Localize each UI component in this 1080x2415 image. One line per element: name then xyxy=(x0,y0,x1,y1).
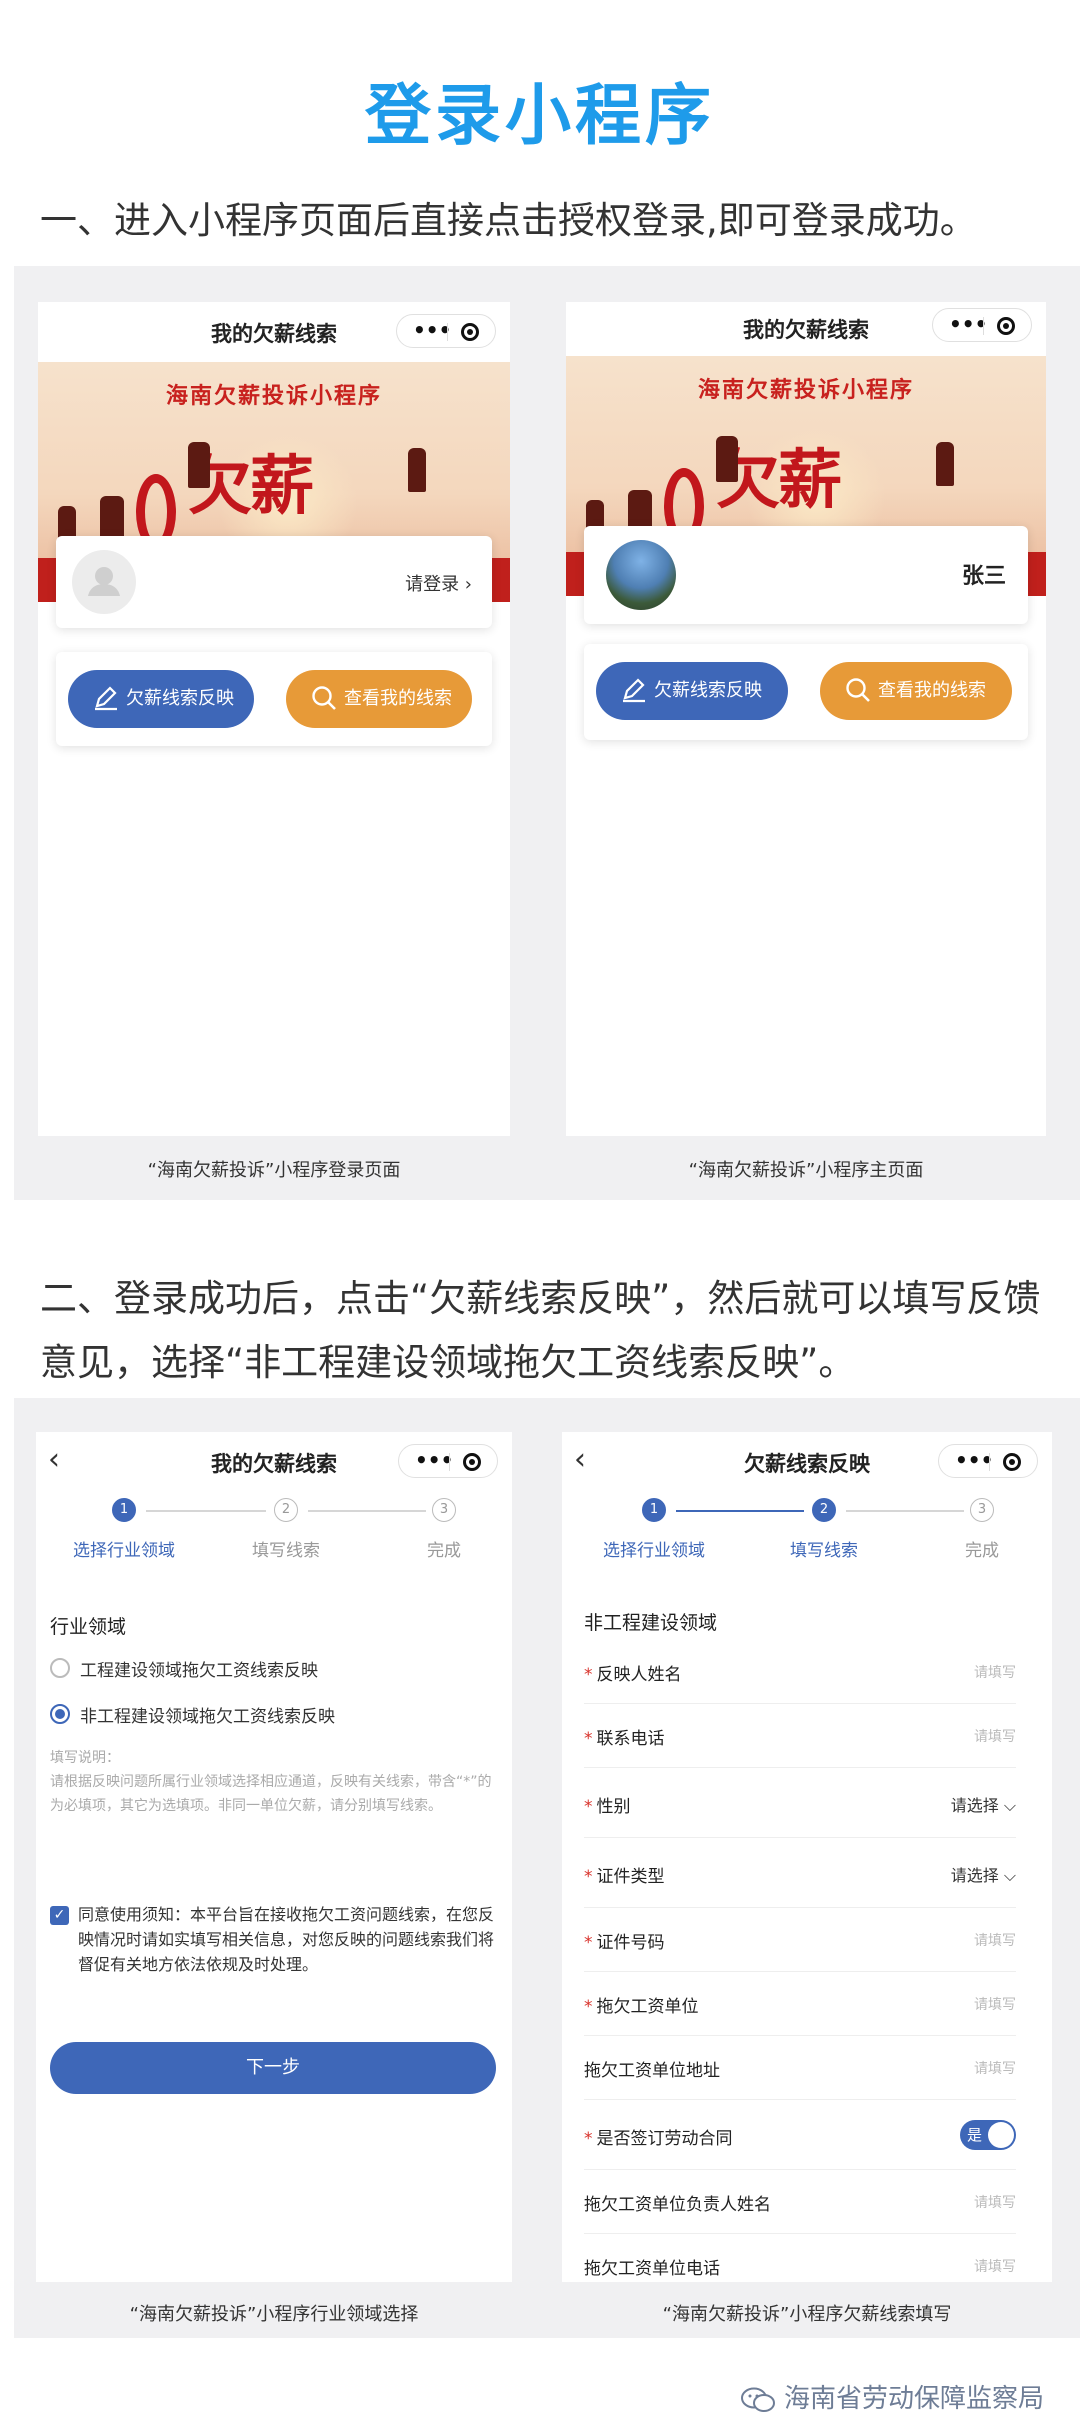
search-icon xyxy=(846,678,870,702)
field-phone[interactable]: * 联系电话 请填写 xyxy=(584,1704,1016,1768)
step-2-label: 填写线索 xyxy=(790,1541,858,1561)
labor-contract-toggle[interactable]: 是 xyxy=(960,2120,1016,2150)
section-title: 行业领域 xyxy=(50,1616,127,1638)
field-employer-phone[interactable]: 拖欠工资单位电话 请填写 xyxy=(584,2234,1016,2282)
capsule-menu[interactable]: ••• xyxy=(932,308,1032,342)
caption-home: “海南欠薪投诉”小程序主页面 xyxy=(688,1160,924,1181)
step-1-label: 选择行业领域 xyxy=(73,1541,175,1561)
option-construction[interactable]: 工程建设领域拖欠工资线索反映 xyxy=(80,1656,318,1681)
edit-icon xyxy=(623,678,645,703)
banner-title: 海南欠薪投诉小程序 xyxy=(165,384,382,409)
field-employer[interactable]: * 拖欠工资单位 请填写 xyxy=(584,1972,1016,2036)
radio-non-construction[interactable] xyxy=(50,1704,70,1724)
field-employer-contact[interactable]: 拖欠工资单位负责人姓名 请填写 xyxy=(584,2170,1016,2234)
edit-icon xyxy=(95,686,117,711)
user-name: 张三 xyxy=(961,564,1006,589)
phone-industry-select: ‹ 我的欠薪线索 ••• 1 2 3 选择行业领域 填写线索 完成 行业领域 工… xyxy=(36,1432,512,2282)
report-clue-button[interactable]: 欠薪线索反映 xyxy=(596,662,788,720)
view-my-clues-button[interactable]: 查看我的线索 xyxy=(286,670,472,728)
user-card: 张三 xyxy=(584,526,1028,624)
field-labor-contract: * 是否签订劳动合同是 xyxy=(584,2100,1016,2170)
capsule-menu[interactable]: ••• xyxy=(396,314,496,348)
login-card[interactable]: 请登录 › xyxy=(56,536,492,628)
field-name[interactable]: * 反映人姓名 请填写 xyxy=(584,1640,1016,1704)
step-1-dot: 1 xyxy=(642,1498,666,1522)
step-2-label: 填写线索 xyxy=(252,1541,320,1561)
field-employer-address[interactable]: 拖欠工资单位地址 请填写 xyxy=(584,2036,1016,2100)
agree-notice: 同意使用须知：本平台旨在接收拖欠工资问题线索，在您反映情况时请如实填写相关信息，… xyxy=(78,1905,495,1974)
close-miniprogram-icon[interactable] xyxy=(997,317,1015,335)
field-id-type[interactable]: * 证件类型 请选择 ⌵ xyxy=(584,1838,1016,1908)
more-icon[interactable]: ••• xyxy=(955,1448,993,1472)
step-3-label: 完成 xyxy=(427,1541,461,1561)
more-icon[interactable]: ••• xyxy=(415,1448,453,1472)
step-2-dot: 2 xyxy=(812,1498,836,1522)
id-type-select[interactable]: 请选择 ⌵ xyxy=(951,1862,1016,1886)
progress-stepper: 1 2 3 选择行业领域 填写线索 完成 xyxy=(562,1498,1052,1568)
agree-checkbox[interactable]: ✓ xyxy=(50,1906,69,1925)
default-avatar-icon xyxy=(72,550,136,614)
step-1-dot: 1 xyxy=(112,1498,136,1522)
option-non-construction[interactable]: 非工程建设领域拖欠工资线索反映 xyxy=(80,1702,335,1727)
mini-program-navbar: ‹ 我的欠薪线索 ••• xyxy=(36,1432,512,1492)
action-card: 欠薪线索反映 查看我的线索 xyxy=(584,644,1028,740)
screenshot-band-1: 我的欠薪线索 ••• 海南欠薪投诉小程序 欠薪 请登录 › 欠薪线索反映 查看我… xyxy=(14,266,1080,1200)
capsule-menu[interactable]: ••• xyxy=(938,1444,1038,1478)
more-icon[interactable]: ••• xyxy=(413,318,451,342)
login-link[interactable]: 请登录 › xyxy=(405,570,472,596)
progress-stepper: 1 2 3 选择行业领域 填写线索 完成 xyxy=(36,1498,512,1568)
screenshot-band-2: ‹ 我的欠薪线索 ••• 1 2 3 选择行业领域 填写线索 完成 行业领域 工… xyxy=(14,1398,1080,2338)
caption-login: “海南欠薪投诉”小程序登录页面 xyxy=(147,1160,401,1181)
gender-select[interactable]: 请选择 ⌵ xyxy=(951,1792,1016,1816)
phone-home-page: 我的欠薪线索 ••• 海南欠薪投诉小程序 欠薪 张三 欠薪线索反映 查看我的线索 xyxy=(566,302,1046,1136)
next-step-button[interactable]: 下一步 xyxy=(50,2042,496,2094)
wechat-icon xyxy=(740,2387,775,2412)
watermark: 海南省劳动保障监察局 xyxy=(740,2378,1044,2415)
hint-body: 请根据反映问题所属行业领域选择相应通道，反映有关线索，带含“*”的为必填项，其它… xyxy=(50,1774,492,1814)
step2-line2: 意见，选择“非工程建设领域拖欠工资线索反映”。 xyxy=(40,1341,856,1384)
close-miniprogram-icon[interactable] xyxy=(461,323,479,341)
action-card: 欠薪线索反映 查看我的线索 xyxy=(56,652,492,746)
step-2-dot: 2 xyxy=(274,1498,298,1522)
close-miniprogram-icon[interactable] xyxy=(463,1453,481,1471)
caption-form: “海南欠薪投诉”小程序欠薪线索填写 xyxy=(662,2304,952,2325)
step-3-dot: 3 xyxy=(432,1498,456,1522)
close-miniprogram-icon[interactable] xyxy=(1003,1453,1021,1471)
caption-industry: “海南欠薪投诉”小程序行业领域选择 xyxy=(129,2304,419,2325)
step2-line1: 二、登录成功后，点击“欠薪线索反映”，然后就可以填写反馈 xyxy=(40,1277,1041,1320)
phone-clue-form: ‹ 欠薪线索反映 ••• 1 2 3 选择行业领域 填写线索 完成 非工程建设领… xyxy=(562,1432,1052,2282)
hint-title: 填写说明： xyxy=(50,1750,120,1766)
step-3-dot: 3 xyxy=(970,1498,994,1522)
step1-text: 一、进入小程序页面后直接点击授权登录,即可登录成功。 xyxy=(40,199,977,242)
field-gender[interactable]: * 性别 请选择 ⌵ xyxy=(584,1768,1016,1838)
capsule-menu[interactable]: ••• xyxy=(398,1444,498,1478)
search-icon xyxy=(312,686,336,710)
mini-program-navbar: ‹ 欠薪线索反映 ••• xyxy=(562,1432,1052,1492)
mini-program-navbar: 我的欠薪线索 ••• xyxy=(38,302,510,362)
mini-program-navbar: 我的欠薪线索 ••• xyxy=(566,302,1046,358)
more-icon[interactable]: ••• xyxy=(949,312,987,336)
user-avatar xyxy=(606,540,676,610)
radio-construction[interactable] xyxy=(50,1658,70,1678)
page-title: 登录小程序 xyxy=(365,77,715,154)
section-title: 非工程建设领域 xyxy=(584,1612,718,1634)
step-1-label: 选择行业领域 xyxy=(603,1541,705,1561)
step-3-label: 完成 xyxy=(965,1541,999,1561)
view-my-clues-button[interactable]: 查看我的线索 xyxy=(820,662,1012,720)
field-id-number[interactable]: * 证件号码 请填写 xyxy=(584,1908,1016,1972)
banner-title: 海南欠薪投诉小程序 xyxy=(697,378,914,403)
report-clue-button[interactable]: 欠薪线索反映 xyxy=(68,670,254,728)
phone-login-page: 我的欠薪线索 ••• 海南欠薪投诉小程序 欠薪 请登录 › 欠薪线索反映 查看我… xyxy=(38,302,510,1136)
